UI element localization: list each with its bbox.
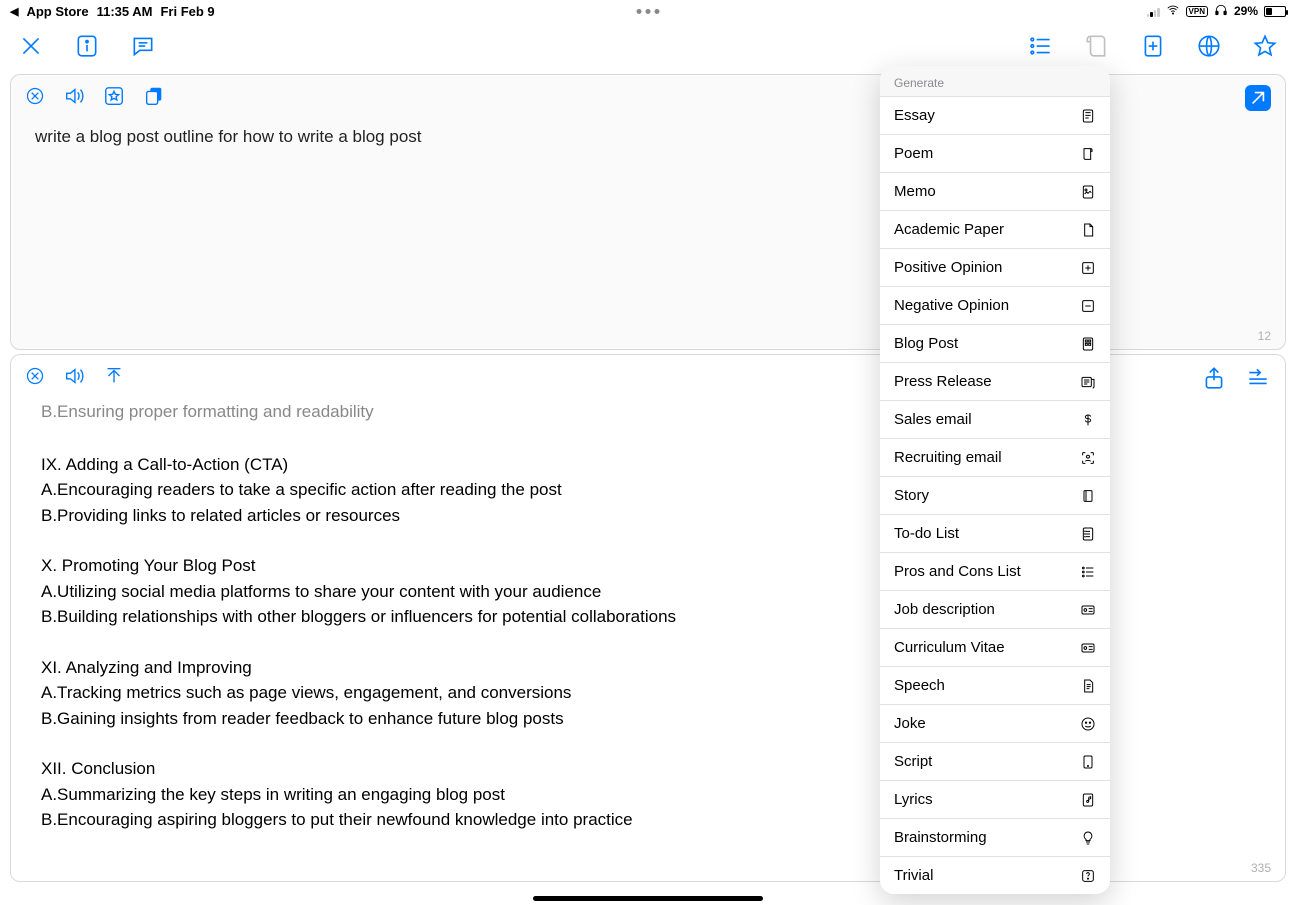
news-icon [1080, 374, 1096, 390]
id-icon [1080, 640, 1096, 656]
menu-item-job-description[interactable]: Job description [880, 590, 1110, 628]
tablet-icon [1080, 754, 1096, 770]
speaker-icon[interactable] [63, 85, 85, 107]
chat-icon[interactable] [130, 33, 156, 59]
page-icon [1080, 222, 1096, 238]
menu-item-script[interactable]: Script [880, 742, 1110, 780]
star-icon[interactable] [1252, 33, 1278, 59]
bulb-icon [1080, 830, 1096, 846]
question-icon [1080, 868, 1096, 884]
menu-item-lyrics[interactable]: Lyrics [880, 780, 1110, 818]
battery-icon [1264, 6, 1286, 17]
minus-sq-icon [1080, 298, 1096, 314]
generate-menu: Generate EssayPoemMemoAcademic PaperPosi… [880, 66, 1110, 894]
id-icon [1080, 602, 1096, 618]
menu-item-press-release[interactable]: Press Release [880, 362, 1110, 400]
menu-item-blog-post[interactable]: Blog Post [880, 324, 1110, 362]
star-box-icon[interactable] [103, 85, 125, 107]
back-caret-icon[interactable]: ◀ [10, 5, 18, 18]
menu-item-trivial[interactable]: Trivial [880, 856, 1110, 894]
scroll-icon [1080, 146, 1096, 162]
menu-item-memo[interactable]: Memo [880, 172, 1110, 210]
note-icon [1080, 184, 1096, 200]
status-date: Fri Feb 9 [160, 4, 214, 19]
menu-item-joke[interactable]: Joke [880, 704, 1110, 742]
menu-item-to-do-list[interactable]: To-do List [880, 514, 1110, 552]
close-icon[interactable] [18, 33, 44, 59]
menu-item-pros-and-cons-list[interactable]: Pros and Cons List [880, 552, 1110, 590]
home-indicator[interactable] [533, 896, 763, 901]
multitask-dots[interactable] [637, 9, 660, 14]
menu-item-sales-email[interactable]: Sales email [880, 400, 1110, 438]
copy-icon[interactable] [143, 85, 165, 107]
status-time: 11:35 AM [97, 4, 153, 19]
book-icon [1080, 488, 1096, 504]
prompt-char-count: 12 [1258, 329, 1271, 343]
menu-item-negative-opinion[interactable]: Negative Opinion [880, 286, 1110, 324]
menu-item-academic-paper[interactable]: Academic Paper [880, 210, 1110, 248]
cellular-icon [1147, 6, 1160, 17]
back-app-label[interactable]: App Store [26, 4, 88, 19]
speaker-icon[interactable] [63, 365, 85, 387]
menu-item-speech[interactable]: Speech [880, 666, 1110, 704]
open-external-button[interactable] [1245, 85, 1271, 111]
globe-icon[interactable] [1196, 33, 1222, 59]
clear-circle-icon[interactable] [25, 86, 45, 106]
info-icon[interactable] [74, 33, 100, 59]
clear-circle-icon[interactable] [25, 366, 45, 386]
person-scan-icon [1080, 450, 1096, 466]
page-lines-icon [1080, 678, 1096, 694]
app-toolbar [0, 22, 1296, 70]
list-settings-icon[interactable] [1028, 33, 1054, 59]
doc-icon [1080, 108, 1096, 124]
battery-pct: 29% [1234, 4, 1258, 18]
share-icon[interactable] [1201, 365, 1227, 391]
menu-item-positive-opinion[interactable]: Positive Opinion [880, 248, 1110, 286]
menu-item-essay[interactable]: Essay [880, 96, 1110, 134]
generate-menu-header: Generate [880, 66, 1110, 96]
list-doc-icon [1080, 526, 1096, 542]
menu-item-story[interactable]: Story [880, 476, 1110, 514]
menu-item-curriculum-vitae[interactable]: Curriculum Vitae [880, 628, 1110, 666]
status-bar: ◀ App Store 11:35 AM Fri Feb 9 VPN 29% [0, 0, 1296, 22]
headphones-icon [1214, 3, 1228, 20]
menu-item-recruiting-email[interactable]: Recruiting email [880, 438, 1110, 476]
plus-sq-icon [1080, 260, 1096, 276]
output-char-count: 335 [1251, 861, 1271, 875]
transfer-list-icon[interactable] [1245, 365, 1271, 391]
wifi-icon [1166, 3, 1180, 20]
add-doc-icon[interactable] [1140, 33, 1166, 59]
scroll-icon[interactable] [1084, 33, 1110, 59]
menu-item-brainstorming[interactable]: Brainstorming [880, 818, 1110, 856]
smile-icon [1080, 716, 1096, 732]
grid-icon [1080, 336, 1096, 352]
menu-item-poem[interactable]: Poem [880, 134, 1110, 172]
dollar-icon [1080, 412, 1096, 428]
music-doc-icon [1080, 792, 1096, 808]
bullets-icon [1080, 564, 1096, 580]
vpn-badge: VPN [1186, 6, 1208, 17]
collapse-up-icon[interactable] [103, 365, 125, 387]
